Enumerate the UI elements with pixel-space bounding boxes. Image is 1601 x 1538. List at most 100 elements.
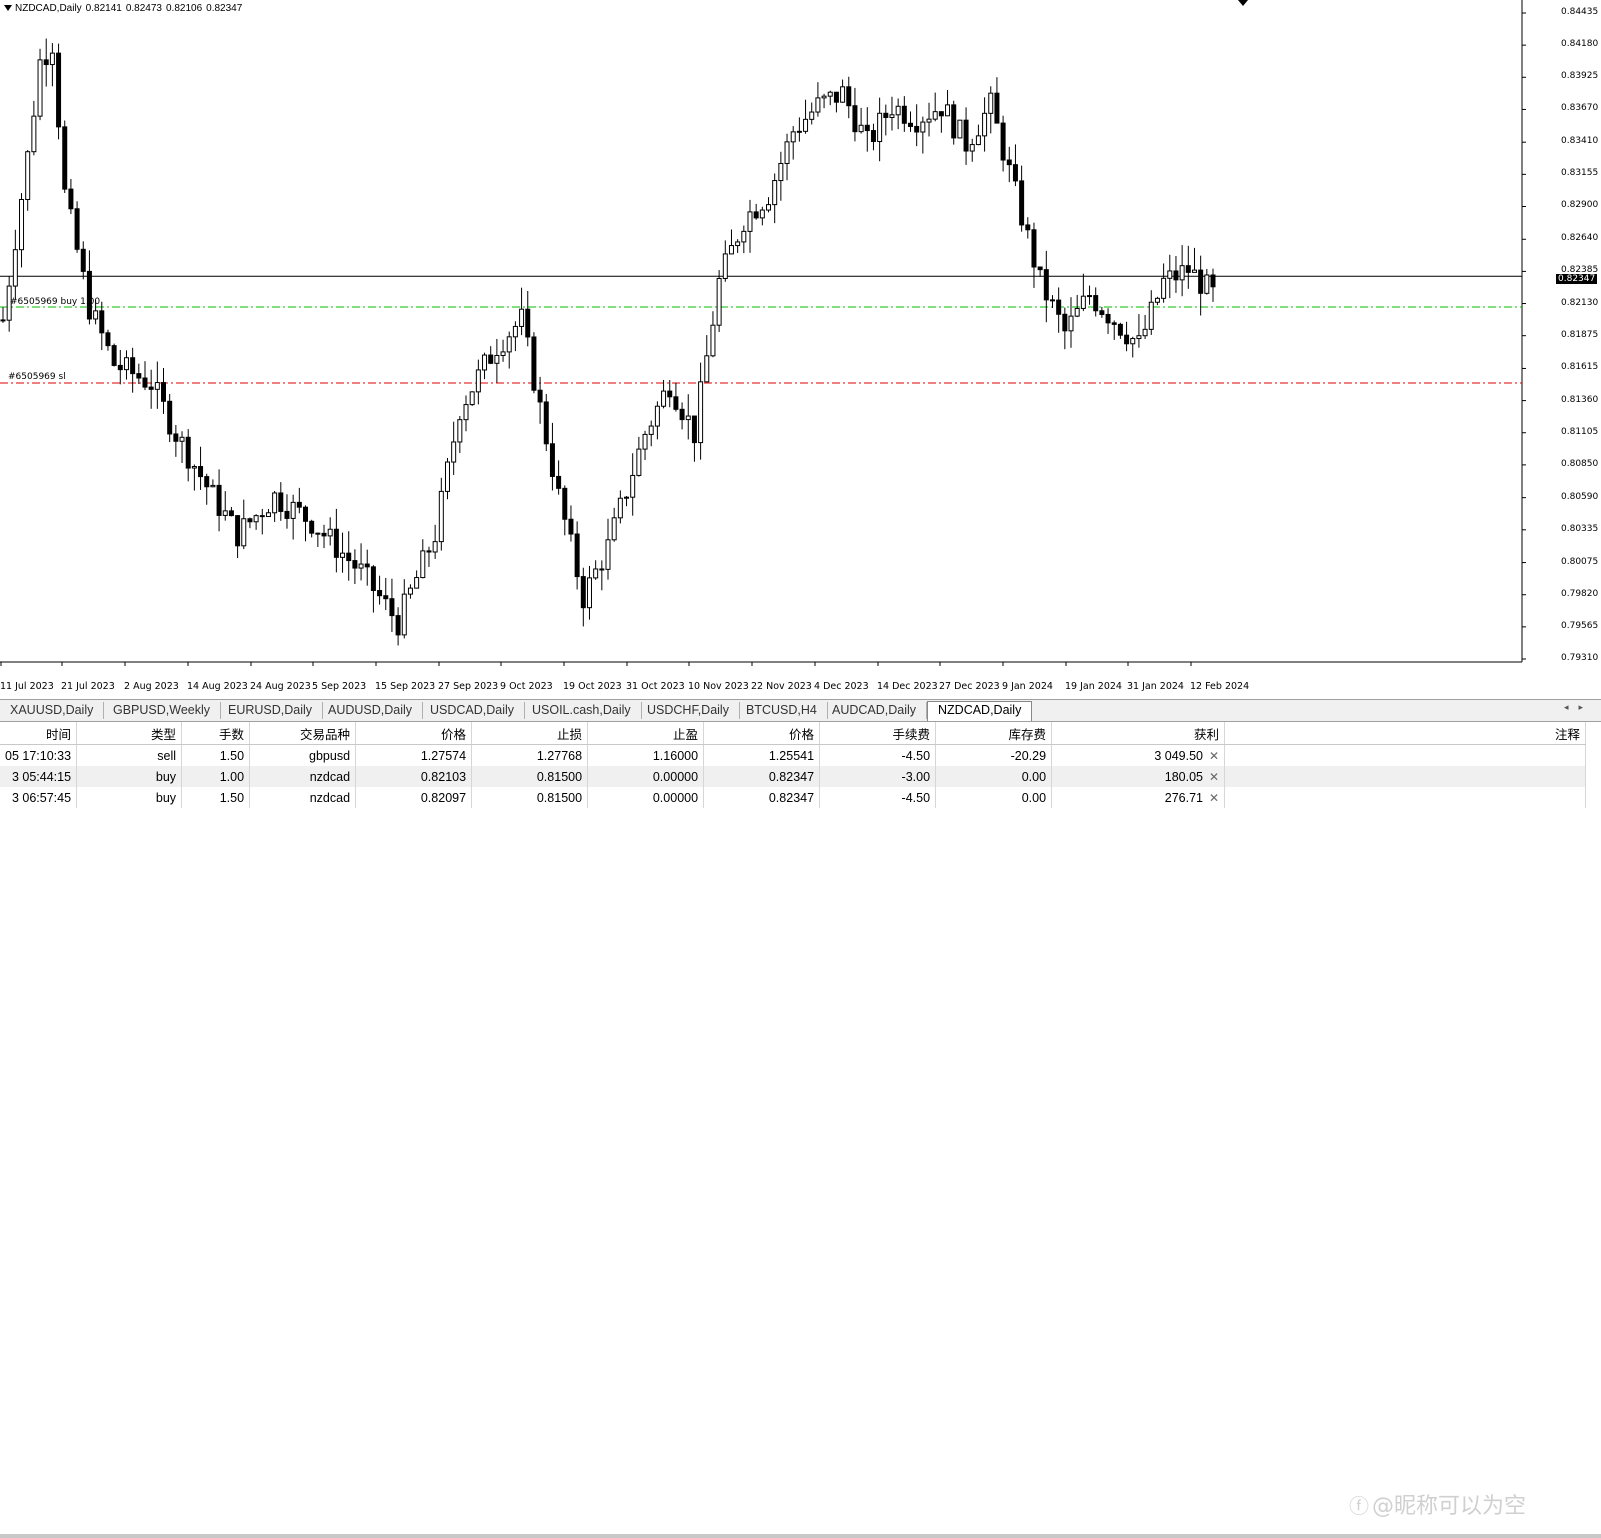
bear-candle — [951, 104, 957, 139]
close-position-icon[interactable]: ✕ — [1209, 770, 1219, 784]
bull-candle — [469, 391, 475, 406]
column-header[interactable]: 止盈 — [587, 722, 705, 745]
close-position-icon[interactable]: ✕ — [1209, 791, 1219, 805]
cell-value: -20.29 — [1010, 748, 1047, 763]
cell-value: 1.00 — [219, 769, 245, 784]
date-axis-label: 21 Jul 2023 — [61, 681, 115, 692]
price-chart[interactable]: NZDCAD,Daily 0.82141 0.82473 0.82106 0.82347… — [0, 0, 1601, 695]
bull-candle — [272, 492, 278, 514]
bear-candle — [111, 345, 117, 366]
position-row[interactable]: 3 05:44:15 buy 1.00 nzdcad 0.82103 0.81500 0.0… — [0, 766, 1587, 787]
table-cell: 1.50 — [181, 787, 251, 808]
tab-nzdcad-daily[interactable]: NZDCAD,Daily — [927, 701, 1033, 721]
bear-candle — [43, 59, 49, 66]
cell-value: nzdcad — [309, 790, 351, 805]
bull-candle — [889, 114, 895, 118]
bull-candle — [982, 112, 988, 137]
horizontal-scrollbar[interactable] — [0, 1534, 1601, 1538]
column-header[interactable]: 时间 — [0, 722, 78, 745]
price-axis-label: 0.81875 — [1561, 329, 1599, 340]
bull-candle — [747, 211, 753, 232]
bear-candle — [1062, 313, 1068, 332]
bull-candle — [957, 119, 963, 139]
column-header[interactable]: 价格 — [355, 722, 473, 745]
table-cell: 180.05 ✕ — [1051, 766, 1226, 787]
bear-candle — [1093, 295, 1099, 312]
column-header[interactable]: 价格 — [703, 722, 821, 745]
bull-candle — [494, 354, 500, 364]
column-header[interactable]: 注释 — [1224, 722, 1587, 745]
tab-scroll-arrows-icon[interactable]: ◂▸ — [1564, 702, 1593, 713]
tab-eurusd-daily[interactable]: EURUSD,Daily — [218, 702, 324, 719]
bull-candle — [1068, 315, 1074, 332]
date-axis-label: 19 Jan 2024 — [1065, 681, 1122, 692]
bear-candle — [370, 566, 376, 591]
date-axis-label: 14 Aug 2023 — [187, 681, 248, 692]
column-header[interactable]: 手续费 — [819, 722, 937, 745]
bear-candle — [99, 310, 105, 334]
cell-value: gbpusd — [309, 748, 351, 763]
bear-candle — [173, 433, 179, 442]
column-header[interactable]: 库存费 — [935, 722, 1053, 745]
column-header[interactable]: 类型 — [76, 722, 183, 745]
tab-audusd-daily[interactable]: AUDUSD,Daily — [318, 702, 424, 719]
bull-candle — [1204, 274, 1210, 294]
table-cell — [1224, 744, 1587, 766]
bull-candle — [710, 324, 716, 357]
tab-btcusd-h4[interactable]: BTCUSD,H4 — [736, 702, 828, 719]
bull-candle — [827, 91, 833, 97]
close-position-icon[interactable]: ✕ — [1209, 749, 1219, 763]
candlestick-plot[interactable] — [0, 0, 1601, 695]
bear-candle — [1185, 265, 1191, 273]
position-row[interactable]: 3 06:57:45 buy 1.50 nzdcad 0.82097 0.81500 0.0… — [0, 787, 1587, 808]
column-header[interactable]: 获利 — [1051, 722, 1226, 745]
bull-candle — [809, 111, 815, 120]
tab-usdcad-daily[interactable]: USDCAD,Daily — [420, 702, 526, 719]
price-axis-label: 0.83155 — [1561, 168, 1599, 179]
position-row[interactable]: 05 17:10:33 sell 1.50 gbpusd 1.27574 1.27768 1… — [0, 744, 1587, 766]
bear-candle — [136, 373, 142, 379]
bull-candle — [463, 404, 469, 421]
bull-candle — [722, 253, 728, 279]
bear-candle — [864, 124, 870, 132]
bull-candle — [642, 433, 648, 450]
bear-candle — [549, 443, 555, 477]
bull-candle — [191, 466, 197, 469]
column-header[interactable]: 交易品种 — [249, 722, 357, 745]
bull-candle — [179, 436, 185, 442]
bull-candle — [840, 86, 846, 103]
bull-candle — [630, 474, 636, 498]
tab-usdchf-daily[interactable]: USDCHF,Daily — [637, 702, 740, 719]
bull-candle — [123, 357, 129, 371]
bull-candle — [975, 135, 981, 146]
chart-tab-bar: XAUUSD,Daily GBPUSD,Weekly EURUSD,Daily AUD… — [0, 699, 1601, 722]
buy-order-label[interactable]: #6505969 buy 1.00 — [10, 297, 100, 307]
bull-candle — [648, 425, 654, 435]
tab-usoil-cash-daily[interactable]: USOIL.cash,Daily — [522, 702, 642, 719]
dropdown-triangle-icon[interactable] — [4, 5, 12, 12]
chart-shift-marker-icon[interactable] — [1238, 0, 1248, 6]
bull-candle — [222, 510, 228, 516]
table-cell: sell — [76, 744, 183, 766]
cell-value: buy — [155, 790, 177, 805]
bull-candle — [716, 277, 722, 326]
column-header[interactable]: 手数 — [181, 722, 251, 745]
bull-candle — [432, 541, 438, 553]
tab-audcad-daily[interactable]: AUDCAD,Daily — [822, 702, 928, 719]
bear-candle — [426, 550, 432, 553]
table-cell: 0.00000 — [587, 766, 705, 787]
bear-candle — [247, 518, 253, 523]
bull-candle — [1142, 328, 1148, 337]
bear-candle — [580, 576, 586, 609]
tab-gbpusd-weekly[interactable]: GBPUSD,Weekly — [103, 702, 222, 719]
bear-candle — [74, 208, 80, 250]
column-header[interactable]: 止损 — [471, 722, 589, 745]
bear-candle — [673, 396, 679, 410]
cell-value: 1.50 — [219, 790, 245, 805]
tab-xauusd-daily[interactable]: XAUUSD,Daily — [0, 702, 105, 719]
bull-candle — [704, 355, 710, 383]
bull-candle — [858, 124, 864, 133]
stop-loss-label[interactable]: #6505969 sl — [8, 372, 66, 382]
bear-candle — [667, 390, 673, 398]
table-cell: 0.00 — [935, 766, 1053, 787]
